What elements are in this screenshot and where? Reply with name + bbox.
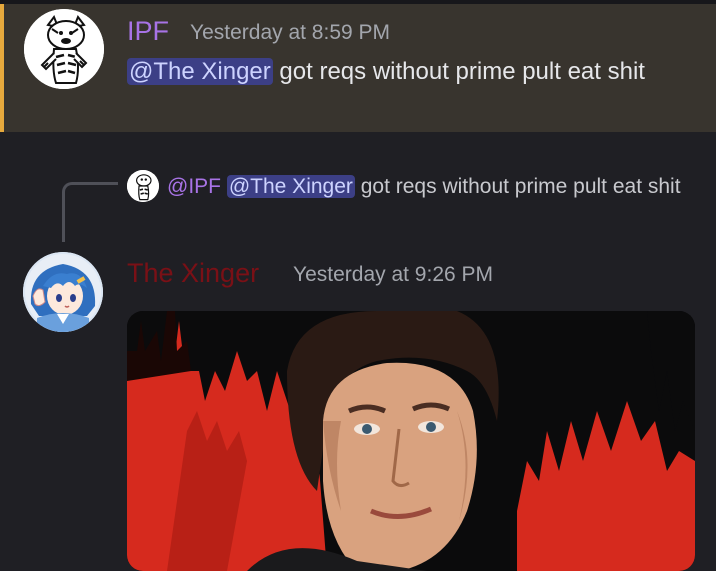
image-attachment[interactable] (127, 311, 695, 571)
avatar[interactable] (24, 9, 104, 89)
message-content: @The Xinger got reqs without prime pult … (127, 52, 687, 92)
reply-author[interactable]: @IPF (167, 175, 221, 198)
message-timestamp[interactable]: Yesterday at 9:26 PM (293, 263, 493, 287)
mention-accent-bar (0, 4, 4, 132)
man-red-background-image (127, 311, 695, 571)
message-timestamp[interactable]: Yesterday at 8:59 PM (190, 21, 390, 45)
reply-preview[interactable]: @IPF @The Xinger got reqs without prime … (127, 170, 697, 204)
avatar[interactable] (23, 252, 103, 332)
message-text: got reqs without prime pult eat shit (272, 58, 645, 85)
message-author[interactable]: The Xinger (127, 258, 259, 289)
reply-connector-line (62, 182, 118, 242)
message-author[interactable]: IPF (127, 16, 169, 47)
reply-text: got reqs without prime pult eat shit (354, 175, 681, 198)
user-mention[interactable]: @The Xinger (127, 58, 273, 85)
anime-girl-avatar-icon (23, 252, 103, 332)
reply-mention[interactable]: @The Xinger (226, 175, 355, 198)
cartoon-tiger-avatar-icon (24, 9, 104, 89)
